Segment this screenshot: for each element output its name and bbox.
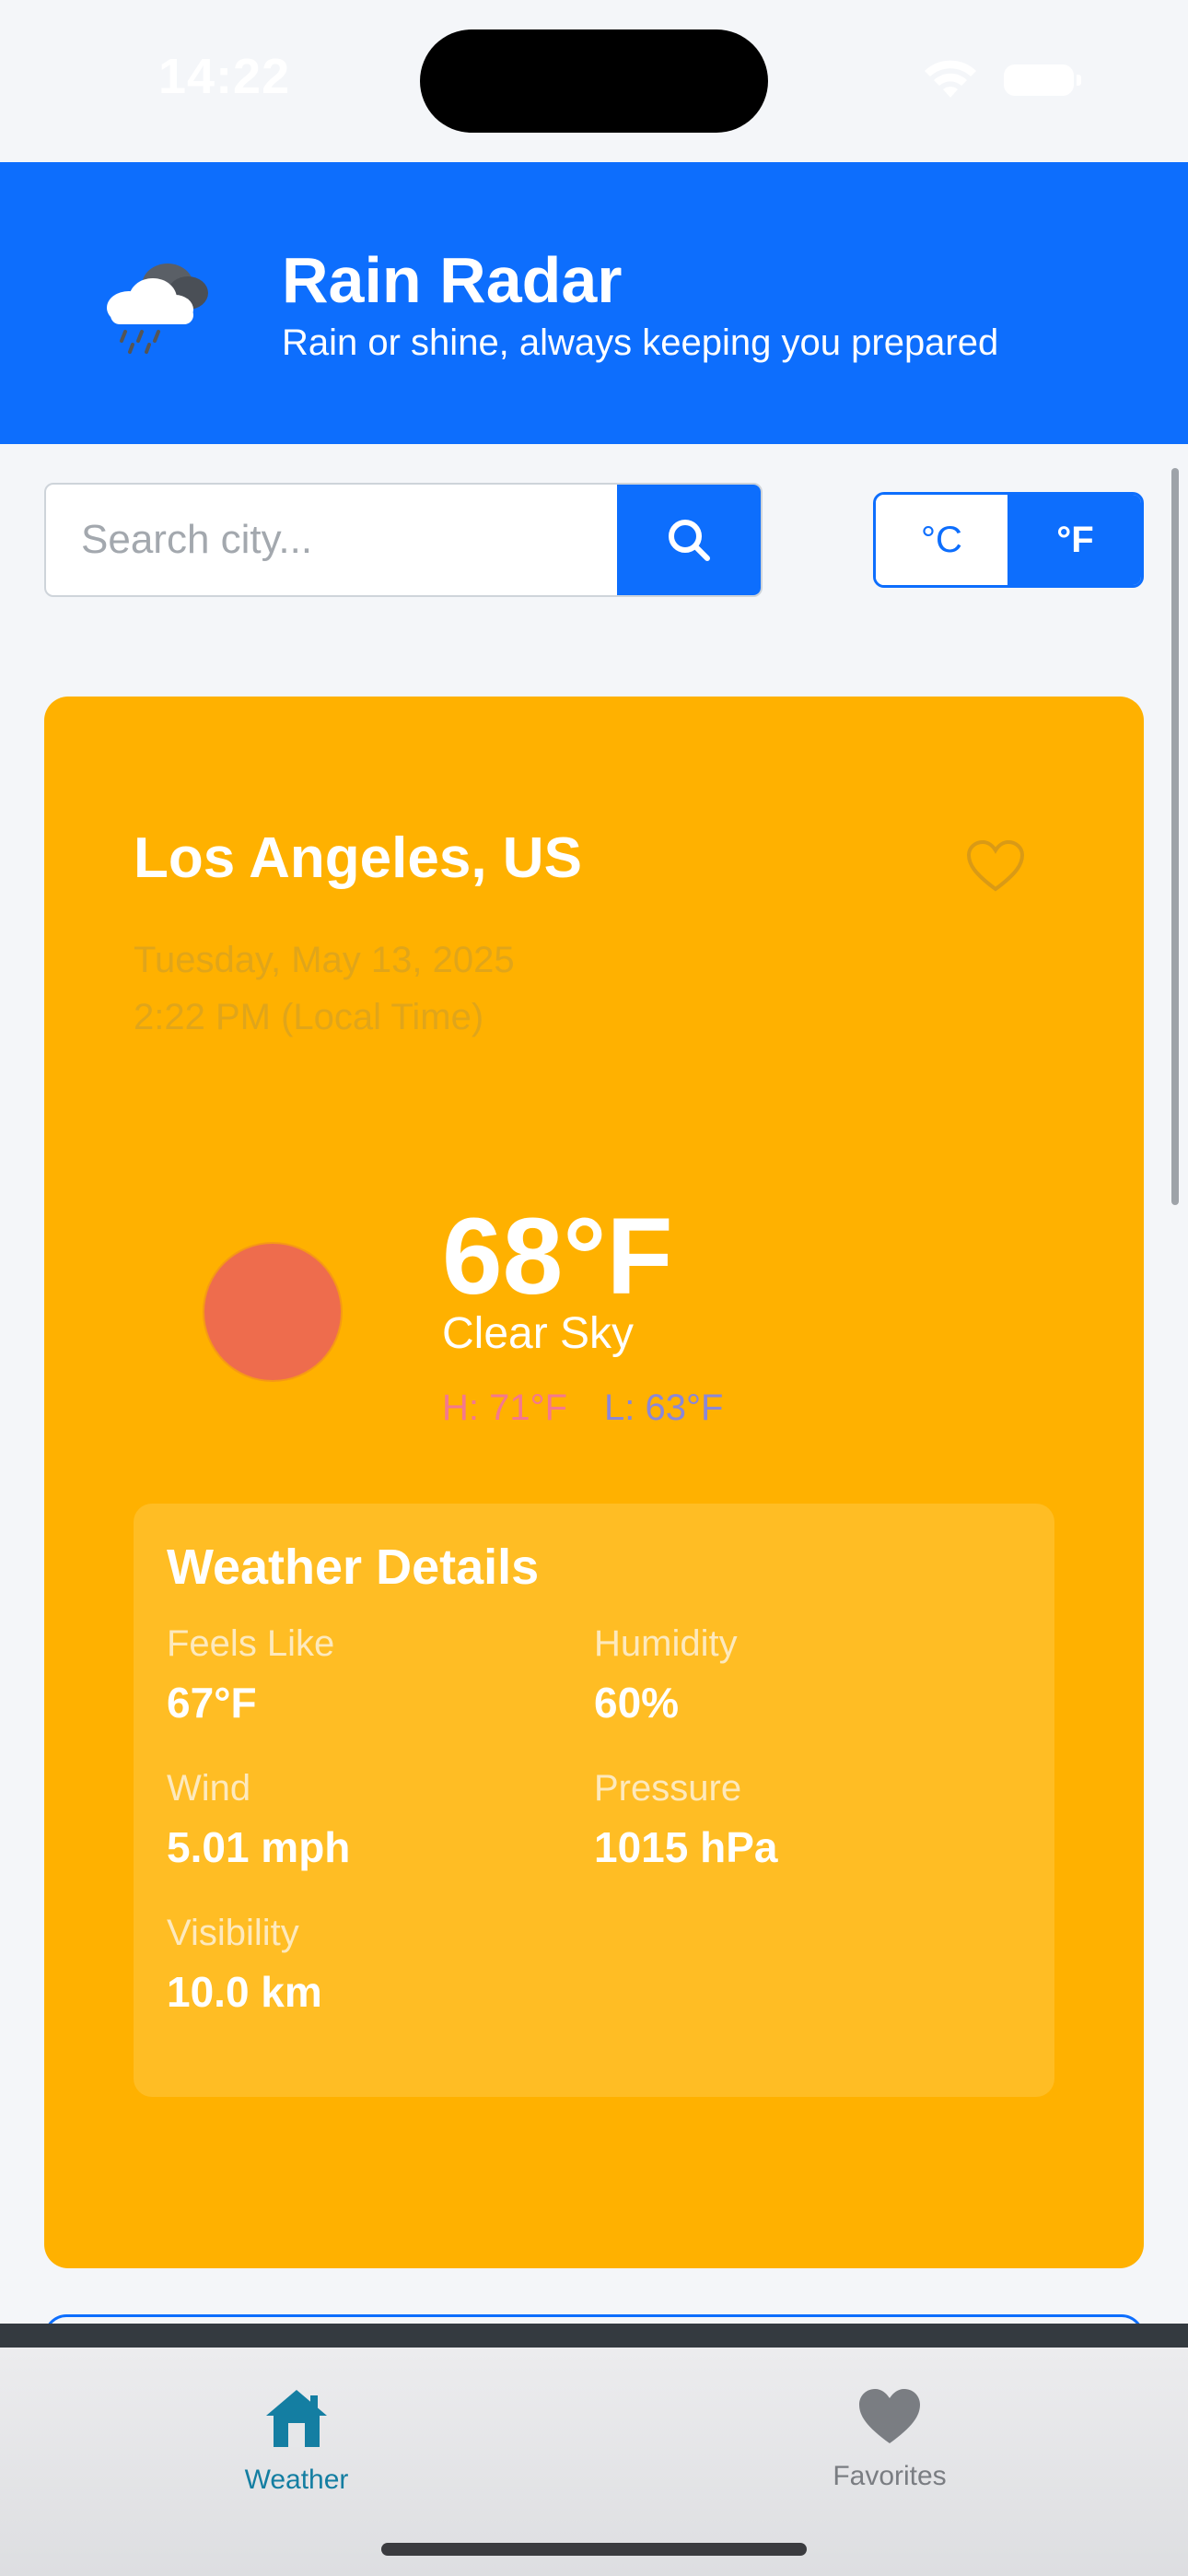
- search-button[interactable]: [617, 485, 761, 595]
- status-bar: 14:22: [0, 0, 1188, 162]
- wifi-icon: [925, 60, 976, 98]
- weather-details-panel: Weather Details Feels Like 67°F Humidity…: [134, 1504, 1054, 2097]
- search-bar: [44, 483, 763, 597]
- detail-label: Pressure: [594, 1768, 742, 1809]
- status-time: 14:22: [158, 49, 291, 104]
- heart-icon: [859, 2389, 920, 2443]
- details-title: Weather Details: [167, 1540, 540, 1595]
- search-input[interactable]: [46, 485, 617, 595]
- app-title: Rain Radar: [282, 244, 623, 316]
- celsius-button[interactable]: °C: [876, 495, 1009, 585]
- app-subtitle: Rain or shine, always keeping you prepar…: [282, 322, 999, 363]
- detail-label: Humidity: [594, 1623, 738, 1664]
- search-icon: [669, 520, 710, 561]
- battery-icon: [1004, 64, 1081, 96]
- tab-weather[interactable]: Weather: [158, 2386, 435, 2496]
- sun-icon: [204, 1244, 341, 1380]
- detail-value: 67°F: [167, 1679, 257, 1727]
- rain-cloud-icon: [107, 263, 208, 354]
- low-temperature: L: 63°F: [604, 1388, 724, 1428]
- detail-value: 1015 hPa: [594, 1823, 778, 1871]
- location-name: Los Angeles, US: [134, 826, 582, 890]
- detail-label: Visibility: [167, 1913, 299, 1953]
- detail-value: 5.01 mph: [167, 1823, 351, 1871]
- home-indicator[interactable]: [381, 2543, 807, 2556]
- local-time-text: 2:22 PM (Local Time): [134, 997, 484, 1037]
- detail-humidity: Humidity 60%: [594, 1623, 738, 1727]
- heart-outline-icon[interactable]: [965, 838, 1026, 894]
- condition-text: Clear Sky: [442, 1309, 635, 1358]
- tab-favorites[interactable]: Favorites: [751, 2386, 1028, 2492]
- current-temperature: 68°F: [442, 1196, 673, 1317]
- detail-value: 10.0 km: [167, 1968, 322, 2016]
- detail-label: Feels Like: [167, 1623, 335, 1664]
- tab-label: Weather: [244, 2465, 349, 2495]
- tab-bar: Weather Favorites: [0, 2324, 1188, 2576]
- detail-wind: Wind 5.01 mph: [167, 1768, 350, 1872]
- detail-value: 60%: [594, 1679, 680, 1727]
- home-icon: [266, 2390, 327, 2447]
- scrollbar-thumb[interactable]: [1171, 468, 1179, 1205]
- weather-card: Los Angeles, US Tuesday, May 13, 2025 2:…: [44, 697, 1144, 2268]
- tab-label: Favorites: [833, 2461, 947, 2491]
- weather-app-screen: 14:22 Rain Radar Rain or shine, always k…: [0, 0, 1188, 2576]
- detail-label: Wind: [167, 1768, 251, 1809]
- detail-pressure: Pressure 1015 hPa: [594, 1768, 777, 1872]
- dynamic-island: [420, 29, 768, 133]
- date-text: Tuesday, May 13, 2025: [134, 940, 515, 980]
- app-header: Rain Radar Rain or shine, always keeping…: [0, 162, 1188, 444]
- high-temperature: H: 71°F: [442, 1388, 568, 1428]
- detail-visibility: Visibility 10.0 km: [167, 1913, 322, 2017]
- unit-toggle: °C °F: [873, 492, 1144, 588]
- detail-feels-like: Feels Like 67°F: [167, 1623, 334, 1727]
- fahrenheit-button[interactable]: °F: [1009, 495, 1141, 585]
